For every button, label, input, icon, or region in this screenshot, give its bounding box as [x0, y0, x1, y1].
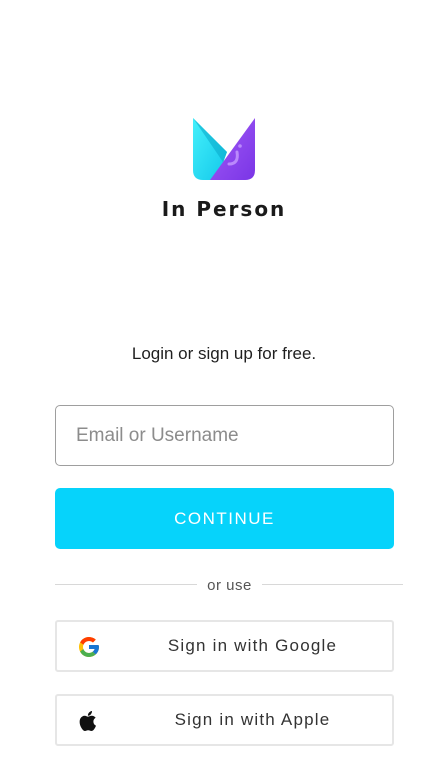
- apple-icon: [79, 711, 96, 732]
- continue-button[interactable]: CONTINUE: [55, 488, 394, 549]
- google-sign-in-label: Sign in with Google: [167, 636, 338, 655]
- divider-text: or use: [207, 577, 252, 594]
- tagline: Login or sign up for free.: [131, 344, 317, 363]
- app-name: In Person: [161, 197, 287, 221]
- divider-left: [55, 584, 197, 585]
- google-sign-in-button[interactable]: Sign in with Google: [55, 620, 394, 672]
- apple-sign-in-button[interactable]: Sign in with Apple: [55, 694, 394, 746]
- in-person-logo-icon: [193, 118, 255, 180]
- app-logo: [193, 118, 255, 180]
- apple-sign-in-label: Sign in with Apple: [174, 710, 331, 729]
- divider-right: [262, 584, 403, 585]
- google-icon: [79, 637, 99, 657]
- email-field[interactable]: [55, 405, 394, 466]
- email-input[interactable]: [56, 406, 393, 465]
